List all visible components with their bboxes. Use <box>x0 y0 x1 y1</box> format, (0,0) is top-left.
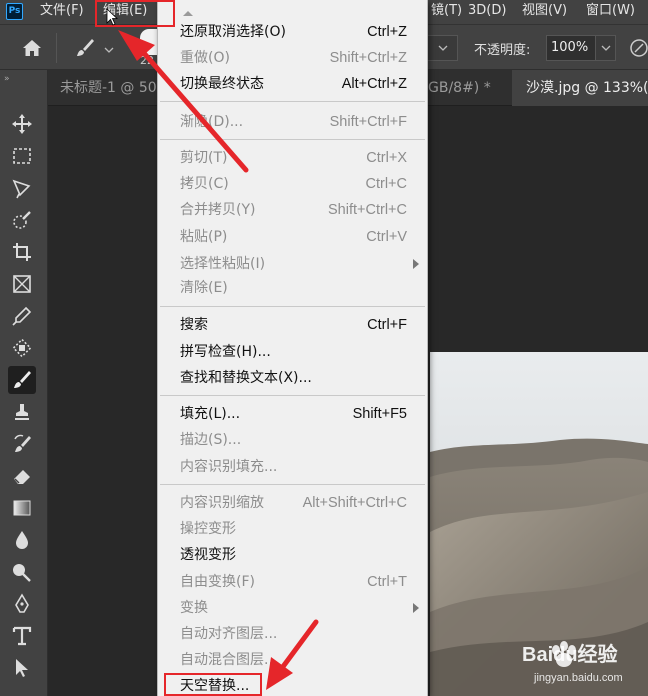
pressure-opacity-icon[interactable] <box>628 37 648 59</box>
highlight-box-edit-menu <box>95 0 175 27</box>
menu-item-search[interactable]: 搜索 Ctrl+F <box>158 312 427 338</box>
menu-item-perspective-warp[interactable]: 透视变形 <box>158 542 427 568</box>
menu-window[interactable]: 窗口(W) <box>586 0 635 24</box>
tab-desert[interactable]: 沙漠.jpg @ 133%( <box>512 70 648 106</box>
tab-second[interactable]: GB/8#) * <box>428 70 491 106</box>
menu-item-auto-blend-layers[interactable]: 自动混合图层... <box>158 647 427 673</box>
baidu-watermark: Baidu经验 jingyan.baidu.com <box>522 628 642 692</box>
eyedropper-tool-icon[interactable] <box>8 302 36 330</box>
watermark-brand: Baidu经验 <box>522 644 618 666</box>
brush-size-value: 22 <box>140 54 154 67</box>
menu-item-toggle-last-state[interactable]: 切换最终状态 Alt+Ctrl+Z <box>158 71 427 97</box>
path-select-tool-icon[interactable] <box>8 654 36 682</box>
healing-brush-tool-icon[interactable] <box>8 334 36 362</box>
opacity-label: 不透明度: <box>474 43 531 58</box>
menu-item-stroke[interactable]: 描边(S)... <box>158 427 427 453</box>
gradient-tool-icon[interactable] <box>8 494 36 522</box>
brush-size-preview[interactable] <box>140 29 158 55</box>
menu-item-paste-special[interactable]: 选择性粘贴(I) <box>158 251 427 277</box>
pen-tool-icon[interactable] <box>8 590 36 618</box>
menu-separator <box>160 395 425 396</box>
lasso-tool-icon[interactable] <box>8 174 36 202</box>
tab-untitled[interactable]: 未标题-1 @ 50 <box>60 70 157 106</box>
photoshop-logo-icon: Ps <box>6 3 23 20</box>
brush-preset-icon[interactable] <box>72 36 98 60</box>
frame-tool-icon[interactable] <box>8 270 36 298</box>
menu-item-spell-check[interactable]: 拼写检查(H)... <box>158 339 427 365</box>
highlight-box-sky-replacement <box>164 673 262 696</box>
menu-filter[interactable]: 镜(T) <box>431 0 462 24</box>
submenu-arrow-icon <box>413 603 419 613</box>
edit-menu-dropdown: 还原取消选择(O) Ctrl+Z 重做(O) Shift+Ctrl+Z 切换最终… <box>157 0 428 696</box>
menu-item-fade[interactable]: 渐隐(D)... Shift+Ctrl+F <box>158 109 427 135</box>
collapse-icon[interactable]: » <box>4 74 10 84</box>
menu-separator <box>160 139 425 140</box>
menu-item-find-replace[interactable]: 查找和替换文本(X)... <box>158 365 427 391</box>
menu-item-cut[interactable]: 剪切(T) Ctrl+X <box>158 145 427 171</box>
marquee-tool-icon[interactable] <box>8 142 36 170</box>
menu-separator <box>160 306 425 307</box>
submenu-arrow-icon <box>413 259 419 269</box>
menu-item-clear[interactable]: 清除(E) <box>158 275 427 301</box>
menu-item-free-transform[interactable]: 自由变换(F) Ctrl+T <box>158 569 427 595</box>
quick-select-tool-icon[interactable] <box>8 206 36 234</box>
menu-item-copy-merged[interactable]: 合并拷贝(Y) Shift+Ctrl+C <box>158 197 427 223</box>
opacity-input[interactable]: 100% <box>546 35 596 61</box>
stamp-tool-icon[interactable] <box>8 398 36 426</box>
menu-item-content-aware-scale[interactable]: 内容识别缩放 Alt+Shift+Ctrl+C <box>158 490 427 516</box>
dodge-tool-icon[interactable] <box>8 558 36 586</box>
type-tool-icon[interactable] <box>8 622 36 650</box>
tools-panel: » <box>0 70 48 696</box>
history-brush-tool-icon[interactable] <box>8 430 36 458</box>
menu-item-puppet-warp[interactable]: 操控变形 <box>158 516 427 542</box>
menu-view[interactable]: 视图(V) <box>522 0 567 24</box>
menu-item-auto-align-layers[interactable]: 自动对齐图层... <box>158 621 427 647</box>
blur-tool-icon[interactable] <box>8 526 36 554</box>
chevron-down-icon[interactable] <box>104 43 114 53</box>
menu-item-redo[interactable]: 重做(O) Shift+Ctrl+Z <box>158 45 427 71</box>
menu-item-fill[interactable]: 填充(L)... Shift+F5 <box>158 401 427 427</box>
menu-item-content-aware-fill[interactable]: 内容识别填充... <box>158 454 427 480</box>
menu-item-copy[interactable]: 拷贝(C) Ctrl+C <box>158 171 427 197</box>
menu-item-transform[interactable]: 变换 <box>158 595 427 621</box>
menu-separator <box>160 101 425 102</box>
eraser-tool-icon[interactable] <box>8 462 36 490</box>
menu-file[interactable]: 文件(F) <box>40 0 84 24</box>
menu-item-undo[interactable]: 还原取消选择(O) Ctrl+Z <box>158 19 427 45</box>
opacity-dropdown[interactable] <box>596 35 616 61</box>
menu-3d[interactable]: 3D(D) <box>468 0 506 24</box>
home-icon[interactable] <box>20 37 44 59</box>
brush-tool-icon[interactable] <box>8 366 36 394</box>
watermark-url: jingyan.baidu.com <box>534 672 623 684</box>
move-tool-icon[interactable] <box>8 110 36 138</box>
crop-tool-icon[interactable] <box>8 238 36 266</box>
menu-separator <box>160 484 425 485</box>
mode-dropdown[interactable] <box>428 35 458 61</box>
menu-item-paste[interactable]: 粘贴(P) Ctrl+V <box>158 224 427 250</box>
